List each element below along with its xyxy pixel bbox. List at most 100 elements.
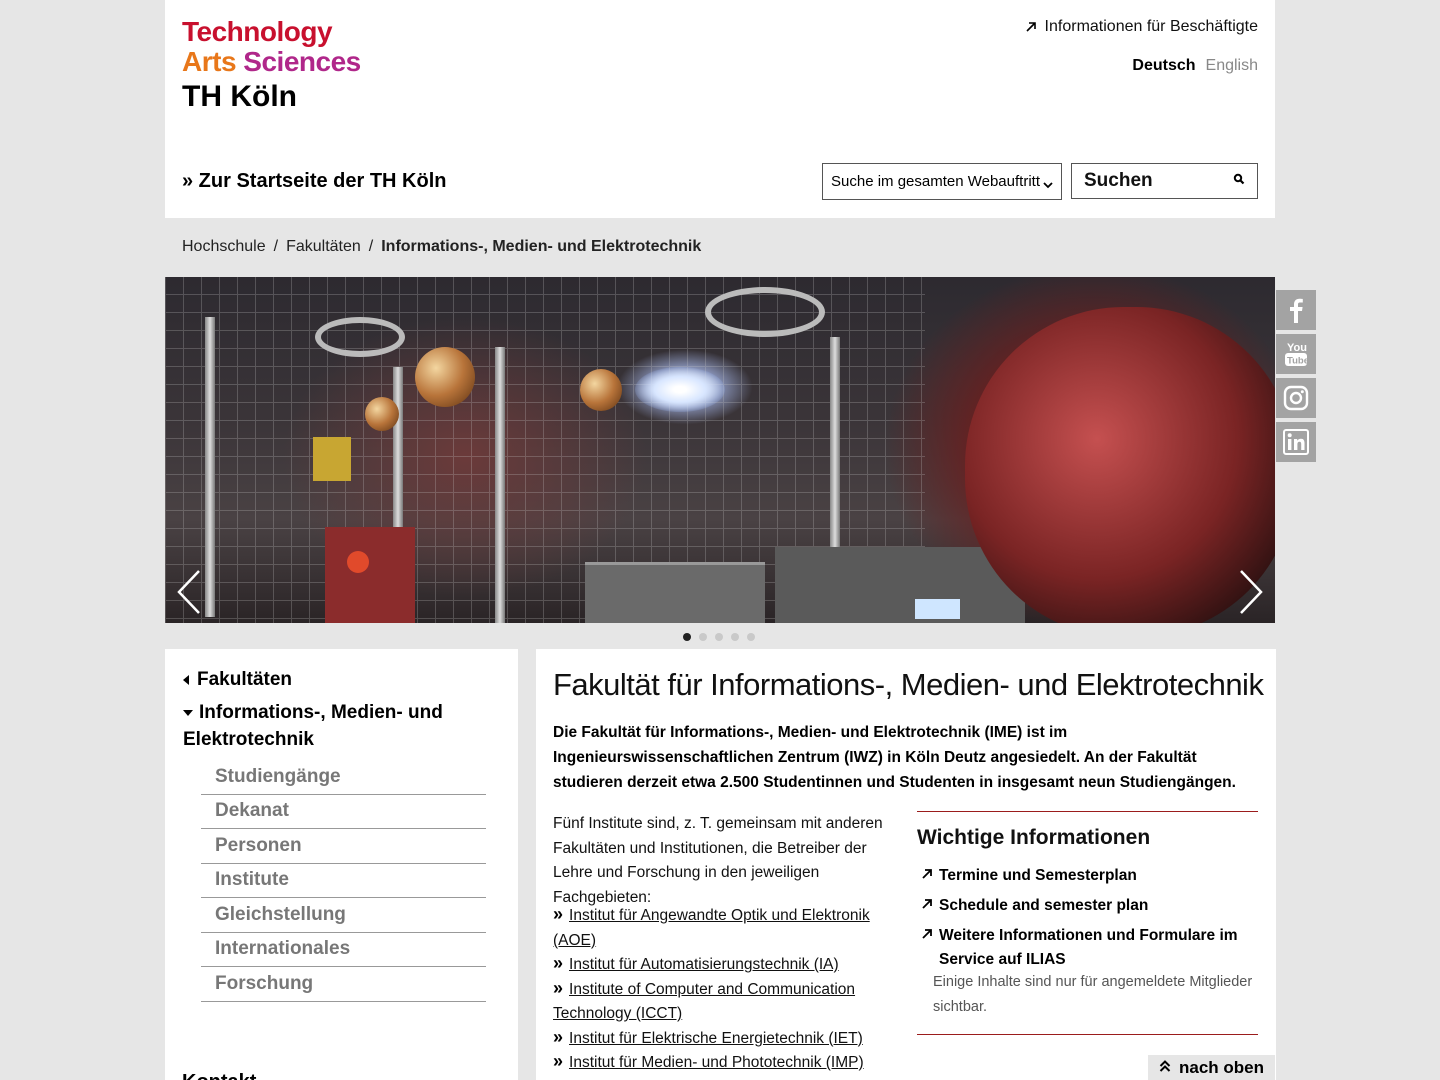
back-to-top-label: nach oben [1178,1057,1264,1077]
nav-parent-label: Fakultäten [197,669,293,690]
info-link-ilias[interactable]: Weitere Informationen und Formulare im S… [921,924,1251,972]
search-input[interactable]: Suchen [1071,163,1258,199]
svg-text:You: You [1287,342,1307,354]
employee-info-label: Informationen für Beschäftigte [1044,18,1258,35]
nav-current-label: Informations-, Medien- und Elektrotechni… [183,702,443,750]
nav-item-institute[interactable]: Institute [201,864,486,898]
info-link-schedule[interactable]: Schedule and semester plan [921,894,1251,918]
back-to-top-button[interactable]: nach oben [1148,1055,1275,1080]
facebook-icon[interactable] [1276,290,1316,330]
institute-list: » Institut für Angewandte Optik und Elekt… [553,904,883,1076]
nav-current-faculty[interactable]: Informations-, Medien- und Elektrotechni… [183,699,483,753]
institute-link-ia[interactable]: Institut für Automatisierungstechnik (IA… [569,956,839,973]
institute-link-imp[interactable]: Institut für Medien- und Phototechnik (I… [569,1054,864,1071]
list-item[interactable]: » Institut für Elektrische Energietechnik… [553,1027,883,1052]
arrow-up-right-icon [921,864,933,888]
triangle-down-icon [183,709,193,716]
th-koeln-logo[interactable]: Technology Arts Sciences TH Köln [182,18,361,112]
linkedin-icon[interactable] [1276,422,1316,462]
search-icon[interactable] [1233,172,1245,190]
nav-item-gleichstellung[interactable]: Gleichstellung [201,898,486,933]
double-chevron-right-icon: » [553,977,564,998]
slider-dot[interactable] [683,633,691,641]
hero-warning-sign [313,437,351,481]
hero-slider-image [165,277,1275,623]
hero-pole [205,317,215,617]
arrow-up-right-icon [921,924,933,972]
hero-switch-box [325,527,415,623]
hero-oscilloscope-screen [915,599,960,619]
page-title: Fakultät für Informations-, Medien- und … [553,667,1264,702]
slider-next-button[interactable] [1235,569,1265,615]
search-scope-select[interactable]: Suche im gesamten Webauftritt [822,163,1062,200]
double-chevron-right-icon: » [553,1051,564,1071]
language-switcher: Deutsch English [1132,57,1258,75]
lang-english[interactable]: English [1206,57,1258,75]
nav-parent-fakultaeten[interactable]: Fakultäten [183,669,292,691]
search-placeholder: Suchen [1084,170,1153,191]
info-link-label: Schedule and semester plan [939,897,1149,914]
hero-person [965,307,1275,623]
home-link[interactable]: » Zur Startseite der TH Köln [182,170,447,193]
info-note: Einige Inhalte sind nur für angemeldete … [933,974,1253,1015]
breadcrumb-hochschule[interactable]: Hochschule [182,238,266,256]
nav-item-dekanat[interactable]: Dekanat [201,795,486,829]
hero-pole [495,347,505,623]
main-content: Fakultät für Informations-, Medien- und … [536,649,1276,1080]
nav-item-forschung[interactable]: Forschung [201,967,486,1002]
instagram-icon[interactable] [1276,378,1316,418]
slider-dot[interactable] [731,633,739,641]
list-item[interactable]: » Institut für Medien- und Phototechnik (… [553,1051,883,1076]
breadcrumb-fakultaeten[interactable]: Fakultäten [286,238,361,256]
lead-paragraph: Die Fakultät für Informations-, Medien- … [553,724,1236,791]
institute-link-aoe[interactable]: Institut für Angewandte Optik und Elektr… [553,907,870,949]
breadcrumb-current: Informations-, Medien- und Elektrotechni… [381,238,702,255]
employee-info-link[interactable]: Informationen für Beschäftigte [1025,18,1258,36]
hero-sphere [415,347,475,407]
section-navigation: Fakultäten Informations-, Medien- und El… [165,649,518,1080]
triangle-left-icon [183,675,189,685]
hero-sphere [580,369,622,411]
hero-ring [705,287,825,337]
slider-dot[interactable] [715,633,723,641]
social-bar: You Tube [1276,290,1316,466]
site-header: Technology Arts Sciences TH Köln Informa… [165,0,1275,218]
list-item[interactable]: » Institute of Computer and Communication… [553,978,883,1027]
intro-paragraph: Fünf Institute sind, z. T. gemeinsam mit… [553,815,883,906]
list-item[interactable]: » Institut für Angewandte Optik und Elekt… [553,904,883,953]
arrow-up-right-icon [921,894,933,918]
double-chevron-up-icon [1159,1058,1171,1078]
logo-line-technology: Technology [182,16,333,47]
info-link-termine[interactable]: Termine und Semesterplan [921,864,1251,888]
slider-dot[interactable] [747,633,755,641]
svg-text:Tube: Tube [1287,356,1309,367]
hero-instrument-panel [585,562,765,623]
lang-deutsch[interactable]: Deutsch [1132,57,1195,75]
institute-link-iet[interactable]: Institut für Elektrische Energietechnik … [569,1030,863,1047]
breadcrumb: Hochschule / Fakultäten / Informations-,… [182,238,701,256]
important-info-box: Wichtige Informationen Termine und Semes… [917,811,1258,1035]
slider-prev-button[interactable] [175,569,205,615]
breadcrumb-separator: / [368,238,374,255]
info-link-label: Termine und Semesterplan [939,867,1137,884]
chevron-down-icon [1043,177,1053,188]
list-item[interactable]: » Institut für Automatisierungstechnik (I… [553,953,883,978]
slider-dot[interactable] [699,633,707,641]
nav-item-internationales[interactable]: Internationales [201,933,486,967]
hero-spark [635,367,725,412]
nav-subitems: Studiengänge Dekanat Personen Institute … [201,760,486,1002]
double-chevron-right-icon: » [553,953,564,973]
info-heading: Wichtige Informationen [917,826,1151,849]
arrow-up-right-icon [1025,21,1037,33]
double-chevron-right-icon: » [553,904,564,924]
slider-dots [683,633,755,641]
logo-th-koeln: TH Köln [182,80,297,113]
nav-item-studiengaenge[interactable]: Studiengänge [201,760,486,795]
youtube-icon[interactable]: You Tube [1276,334,1316,374]
logo-line-arts-sciences: Arts Sciences [182,48,361,76]
hero-red-knob [347,551,369,573]
contact-heading: Kontakt [182,1071,256,1080]
institute-link-icct[interactable]: Institute of Computer and Communication … [553,981,855,1023]
breadcrumb-separator: / [273,238,279,255]
nav-item-personen[interactable]: Personen [201,829,486,864]
